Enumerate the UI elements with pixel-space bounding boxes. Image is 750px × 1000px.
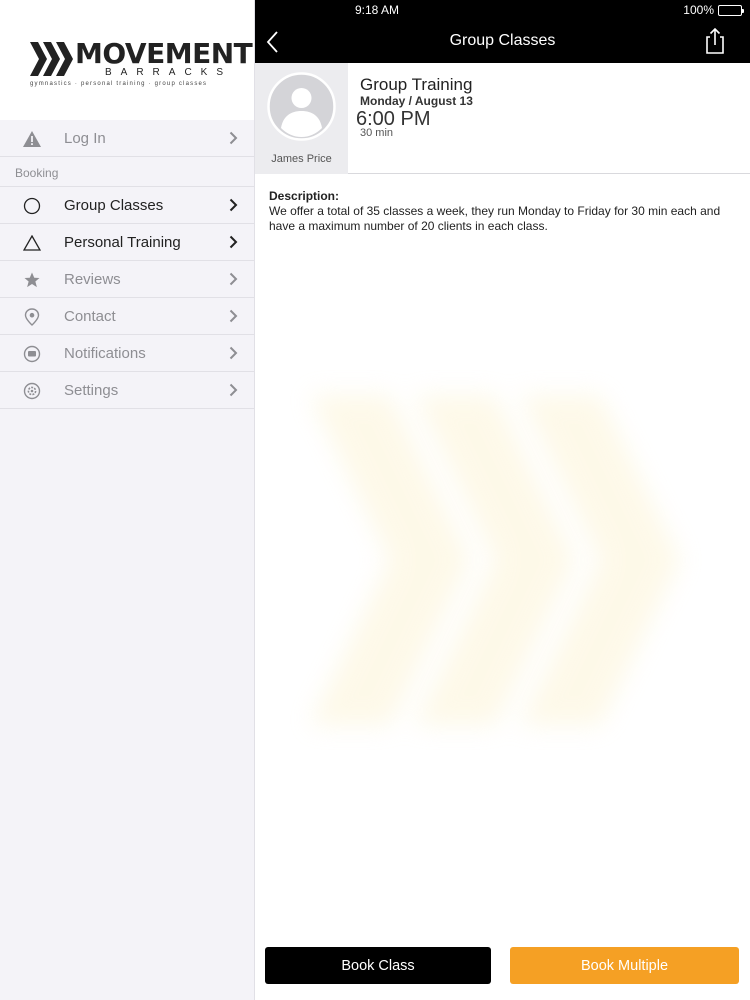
battery-icon [718, 4, 744, 16]
page-title: Group Classes [449, 32, 556, 49]
status-bar: 9:18 AM 100% [255, 0, 750, 20]
trainer-name: James Price [271, 153, 332, 165]
chevron-right-icon [229, 131, 238, 145]
chevron-right-icon [229, 198, 238, 212]
sidebar-item-label: Group Classes [64, 197, 164, 214]
watermark-chevrons-icon [310, 395, 680, 725]
chevron-right-icon [229, 235, 238, 249]
sidebar-item-label: Reviews [64, 271, 121, 288]
circle-icon [22, 196, 42, 216]
triangle-icon [22, 233, 42, 253]
class-title: Group Training [360, 75, 473, 94]
sidebar-item-notifications[interactable]: Notifications [0, 335, 254, 372]
logo-chevrons-icon [30, 42, 73, 76]
section-header-booking: Booking [0, 157, 254, 187]
sidebar-item-label: Notifications [64, 345, 146, 362]
sidebar-item-label: Contact [64, 308, 116, 325]
sidebar-item-personal-training[interactable]: Personal Training [0, 224, 254, 261]
description: Description: We offer a total of 35 clas… [269, 189, 739, 234]
logo-tagline: gymnastics · personal training · group c… [30, 81, 208, 87]
chevron-right-icon [229, 383, 238, 397]
description-text: We offer a total of 35 classes a week, t… [269, 204, 721, 233]
class-date: Monday / August 13 [360, 94, 473, 108]
logo-area: MOVEMENT BARRACKS gymnastics · personal … [0, 0, 254, 120]
status-battery: 100% [683, 3, 744, 17]
book-multiple-button[interactable]: Book Multiple [510, 947, 739, 984]
class-duration: 30 min [360, 127, 394, 139]
warning-icon [22, 129, 42, 149]
battery-percent: 100% [683, 3, 714, 17]
movement-barracks-logo: MOVEMENT BARRACKS gymnastics · personal … [30, 38, 253, 88]
logo-word: MOVEMENT [75, 37, 253, 70]
sidebar-item-login[interactable]: Log In [0, 120, 254, 157]
sidebar-item-contact[interactable]: Contact [0, 298, 254, 335]
chevron-right-icon [229, 309, 238, 323]
chat-bubble-icon [22, 344, 42, 364]
sidebar-item-reviews[interactable]: Reviews [0, 261, 254, 298]
chevron-right-icon [229, 346, 238, 360]
trainer-card[interactable]: James Price [255, 63, 348, 174]
main-content: 9:18 AM 100% Group Classes James Price G… [255, 0, 750, 1000]
sidebar-item-label: Settings [64, 382, 119, 399]
sidebar-item-group-classes[interactable]: Group Classes [0, 187, 254, 224]
avatar-placeholder-icon [267, 72, 336, 141]
location-pin-icon [22, 307, 42, 327]
sidebar-item-settings[interactable]: Settings [0, 372, 254, 409]
nav-bar: Group Classes [255, 20, 750, 63]
gear-icon [22, 381, 42, 401]
logo-sub: BARRACKS [105, 67, 233, 78]
sidebar-item-label: Log In [64, 130, 106, 147]
status-time: 9:18 AM [355, 3, 400, 17]
sidebar-item-label: Personal Training [64, 234, 181, 251]
description-label: Description: [269, 189, 340, 203]
chevron-right-icon [229, 272, 238, 286]
class-header: James Price Group Training Monday / Augu… [255, 63, 750, 174]
share-icon[interactable] [704, 28, 726, 54]
book-class-button[interactable]: Book Class [265, 947, 491, 984]
star-icon [22, 270, 42, 290]
sidebar: MOVEMENT BARRACKS gymnastics · personal … [0, 0, 255, 1000]
